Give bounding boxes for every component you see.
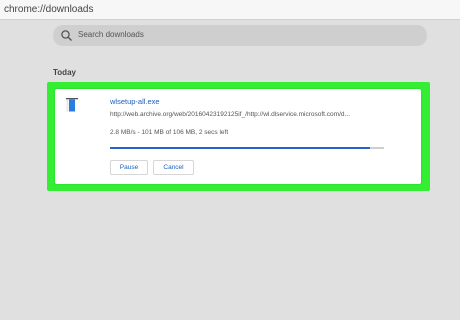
download-url[interactable]: http://web.archive.org/web/2016042319212… — [110, 111, 386, 118]
search-icon — [61, 30, 72, 41]
date-header: Today — [53, 68, 76, 77]
download-progress-bar — [110, 147, 384, 149]
download-filename-link[interactable]: wlsetup-all.exe — [110, 97, 160, 106]
download-item: wlsetup-all.exe http://web.archive.org/w… — [55, 89, 421, 184]
file-icon — [66, 98, 78, 112]
search-input[interactable]: Search downloads — [78, 30, 144, 39]
download-status: 2.8 MB/s - 101 MB of 106 MB, 2 secs left — [110, 129, 229, 136]
cancel-button[interactable]: Cancel — [153, 160, 194, 175]
address-bar[interactable]: chrome://downloads — [0, 0, 460, 20]
pause-button[interactable]: Pause — [110, 160, 148, 175]
address-url[interactable]: chrome://downloads — [4, 4, 94, 15]
search-bar[interactable]: Search downloads — [53, 25, 427, 46]
download-progress-fill — [110, 147, 371, 149]
